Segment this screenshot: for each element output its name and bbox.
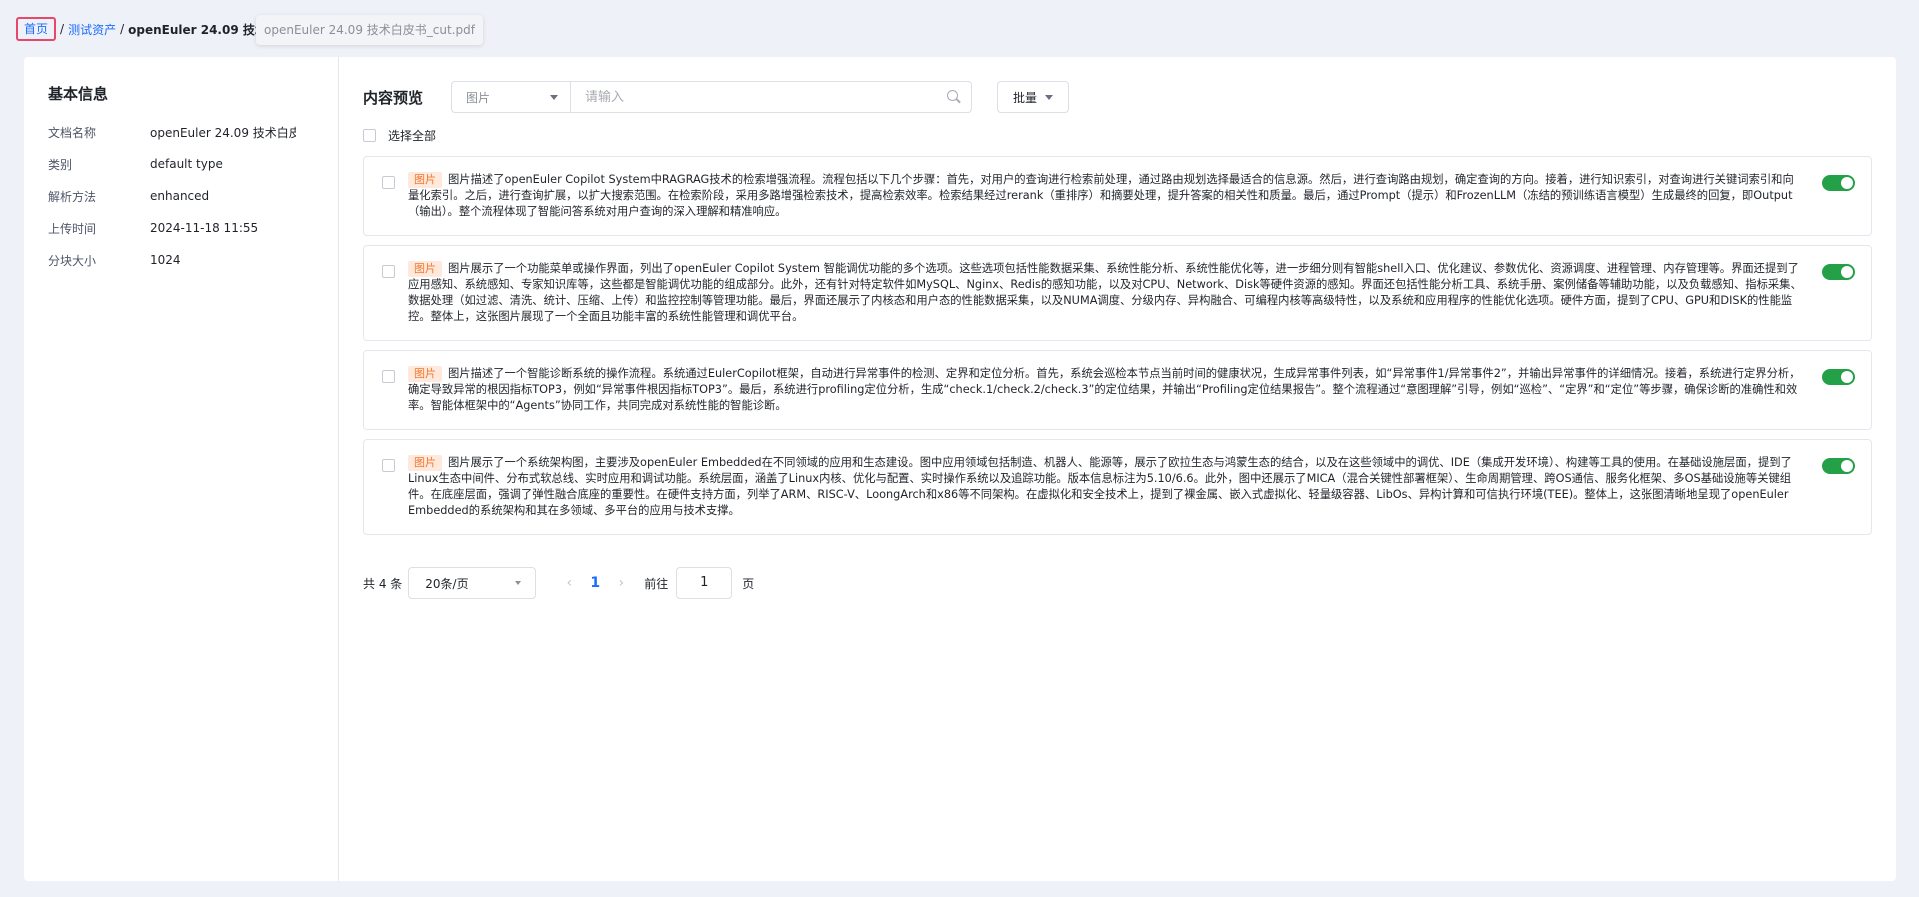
preview-toolbar: 内容预览 图片 批量 — [363, 81, 1872, 113]
breadcrumb-assets-link[interactable]: 测试资产 — [68, 21, 116, 38]
info-label: 类别 — [48, 157, 73, 172]
chunk-list: 图片 图片描述了openEuler Copilot System中RAGRAG技术… — [363, 156, 1872, 535]
breadcrumb-current: openEuler 24.09 技术白皮书_cut.pdf — [128, 22, 260, 37]
type-filter-select[interactable]: 图片 — [451, 81, 571, 113]
goto-label: 前往 — [644, 576, 669, 591]
chunk-item: 图片 图片展示了一个系统架构图，主要涉及openEuler Embedded在不同… — [363, 439, 1872, 535]
info-label: 文档名称 — [48, 125, 97, 140]
breadcrumb: 首页 / 测试资产 / openEuler 24.09 技术白皮书_cut.pd… — [16, 17, 260, 41]
goto-page-input[interactable]: 1 — [676, 567, 733, 599]
info-row-doc-name: 文档名称 openEuler 24.09 技术白皮书_cut.pdf — [48, 116, 314, 148]
info-row-category: 类别 default type — [48, 148, 314, 180]
preview-title: 内容预览 — [363, 88, 424, 107]
breadcrumb-separator: / — [120, 22, 125, 36]
select-all-checkbox[interactable] — [363, 128, 376, 142]
info-value: openEuler 24.09 技术白皮书_cut.pdf — [150, 125, 296, 140]
chunk-type-tag: 图片 — [408, 261, 442, 277]
chunk-type-tag: 图片 — [408, 455, 442, 471]
search-input[interactable] — [585, 89, 925, 105]
select-all-row: 选择全部 — [363, 126, 1872, 144]
document-detail-card: 基本信息 文档名称 openEuler 24.09 技术白皮书_cut.pdf … — [24, 57, 1896, 881]
info-value: 2024-11-18 11:55 — [150, 221, 259, 235]
content-preview-panel: 内容预览 图片 批量 选择全部 图片图片描述了openEuler Cop — [339, 57, 1896, 881]
chunk-type-tag: 图片 — [408, 366, 442, 382]
info-row-parse-method: 解析方法 enhanced — [48, 180, 314, 212]
chunk-text: 图片描述了openEuler Copilot System中RAGRAG技术的检… — [408, 173, 1794, 218]
info-value: 1024 — [150, 253, 181, 267]
chunk-content: 图片 图片展示了一个功能菜单或操作界面，列出了openEuler Copilot … — [408, 261, 1855, 325]
info-row-upload-time: 上传时间 2024-11-18 11:55 — [48, 212, 314, 244]
batch-label: 批量 — [1012, 90, 1037, 105]
prev-page-button[interactable]: ‹ — [554, 575, 584, 591]
chunk-enable-toggle[interactable] — [1822, 264, 1855, 280]
batch-dropdown-button[interactable]: 批量 — [997, 81, 1069, 113]
pagination-total: 共 4 条 — [363, 576, 403, 591]
chunk-content: 图片 图片描述了openEuler Copilot System中RAGRAG技术… — [408, 172, 1855, 220]
breadcrumb-separator: / — [60, 22, 65, 36]
chevron-down-icon — [515, 581, 522, 585]
chunk-item: 图片 图片描述了openEuler Copilot System中RAGRAG技术… — [363, 156, 1872, 236]
info-label: 上传时间 — [48, 221, 97, 236]
select-all-label[interactable]: 选择全部 — [388, 127, 436, 144]
page-size-value: 20条/页 — [425, 576, 469, 591]
chunk-checkbox[interactable] — [382, 459, 395, 472]
type-filter-value: 图片 — [466, 90, 491, 105]
breadcrumb-tooltip: openEuler 24.09 技术白皮书_cut.pdf — [256, 15, 483, 45]
chevron-down-icon — [550, 94, 558, 100]
next-page-button[interactable]: › — [606, 575, 636, 591]
info-label: 解析方法 — [48, 189, 97, 204]
chunk-checkbox[interactable] — [382, 265, 395, 278]
chevron-down-icon — [1045, 94, 1053, 100]
chunk-item: 图片 图片展示了一个功能菜单或操作界面，列出了openEuler Copilot … — [363, 245, 1872, 341]
pagination: 共 4 条 20条/页 ‹ 1 › 前往 1 页 — [363, 567, 1872, 599]
basic-info-panel: 基本信息 文档名称 openEuler 24.09 技术白皮书_cut.pdf … — [24, 57, 339, 881]
chunk-enable-toggle[interactable] — [1822, 175, 1855, 191]
page-unit-label: 页 — [742, 576, 755, 591]
page-size-select[interactable]: 20条/页 — [408, 567, 537, 599]
chunk-checkbox[interactable] — [382, 370, 395, 383]
chunk-content: 图片 图片描述了一个智能诊断系统的操作流程。系统通过EulerCopilot框架，… — [408, 366, 1855, 414]
page-number-current[interactable]: 1 — [584, 575, 606, 591]
basic-info-title: 基本信息 — [48, 85, 109, 103]
chunk-text: 图片展示了一个系统架构图，主要涉及openEuler Embedded在不同领域… — [408, 456, 1792, 517]
info-label: 分块大小 — [48, 253, 97, 268]
chunk-enable-toggle[interactable] — [1822, 458, 1855, 474]
chunk-text: 图片描述了一个智能诊断系统的操作流程。系统通过EulerCopilot框架，自动… — [408, 367, 1801, 412]
info-value: default type — [150, 157, 223, 171]
chunk-item: 图片 图片描述了一个智能诊断系统的操作流程。系统通过EulerCopilot框架，… — [363, 350, 1872, 430]
search-box — [571, 81, 972, 113]
info-value: enhanced — [150, 189, 210, 203]
chunk-checkbox[interactable] — [382, 176, 395, 189]
chunk-enable-toggle[interactable] — [1822, 369, 1855, 385]
search-icon[interactable] — [947, 90, 961, 104]
chunk-type-tag: 图片 — [408, 172, 442, 188]
chunk-text: 图片展示了一个功能菜单或操作界面，列出了openEuler Copilot Sy… — [408, 262, 1802, 323]
chunk-content: 图片 图片展示了一个系统架构图，主要涉及openEuler Embedded在不同… — [408, 455, 1855, 519]
info-row-chunk-size: 分块大小 1024 — [48, 244, 314, 276]
breadcrumb-home-link[interactable]: 首页 — [16, 17, 57, 41]
